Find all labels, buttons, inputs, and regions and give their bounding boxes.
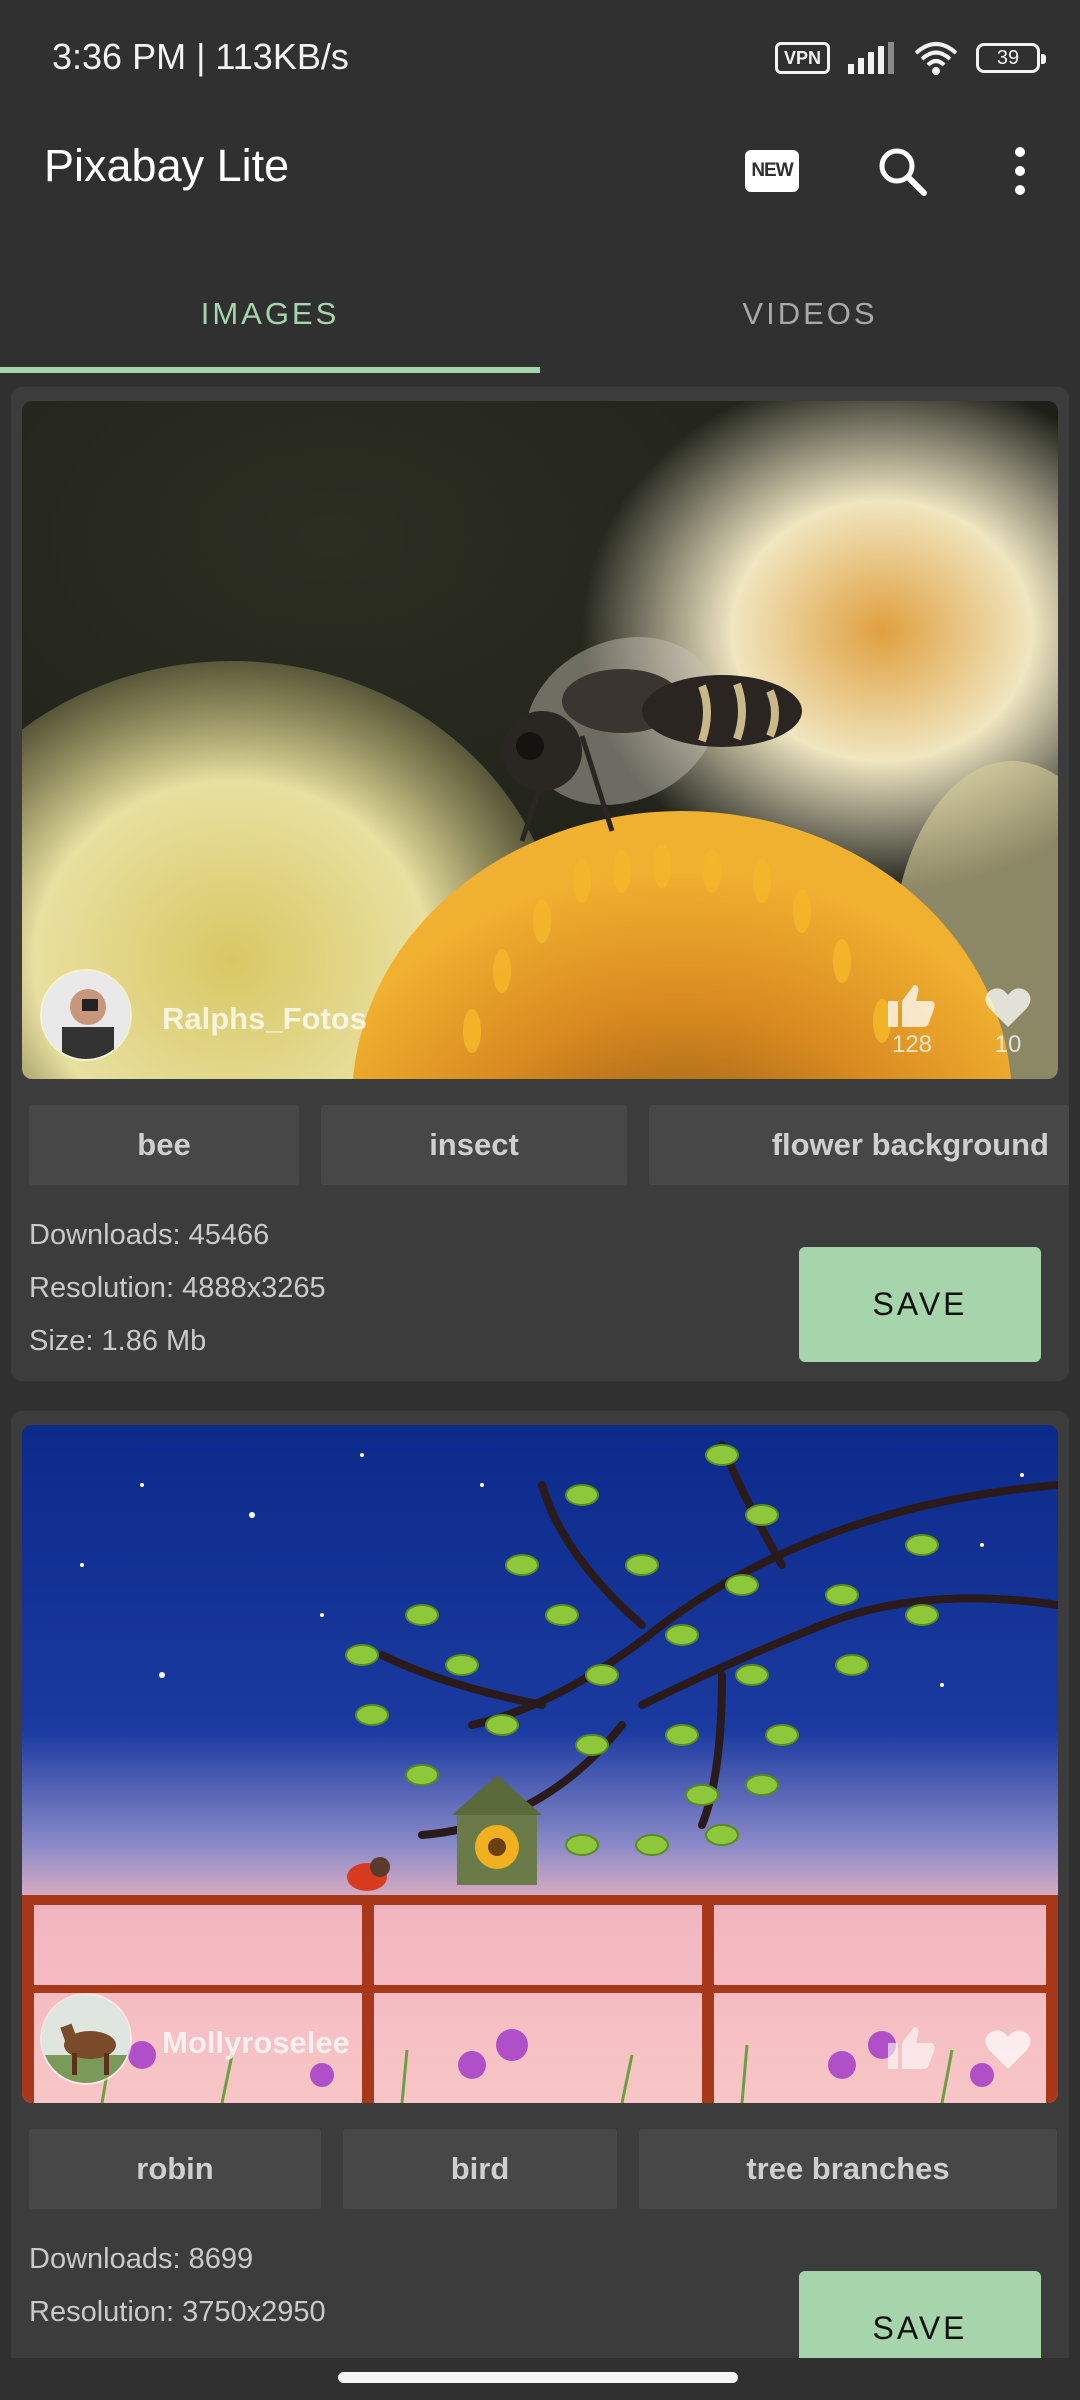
save-button[interactable]: SAVE (799, 2271, 1041, 2358)
photo-bee[interactable]: Ralphs_Fotos 128 10 (22, 401, 1058, 1079)
photo-robin[interactable]: Mollyroselee (22, 1425, 1058, 2103)
thumb-up-icon (888, 985, 935, 1027)
author-avatar[interactable] (40, 1993, 132, 2085)
image-card: Mollyroselee robin bird tree branches Do… (11, 1411, 1069, 2358)
favorites-count: 10 (994, 1031, 1022, 1058)
size-text: Size: 1.86 Mb (29, 1325, 207, 1357)
home-handle[interactable] (338, 2372, 738, 2383)
tag-chip[interactable]: flower background (649, 1105, 1069, 1185)
heart-icon (985, 988, 1031, 1027)
tab-bar: IMAGES VIDEOS (0, 255, 1080, 373)
image-feed[interactable]: Ralphs_Fotos 128 10 bee insect flower ba… (0, 373, 1080, 2358)
tag-chip[interactable]: bee (29, 1105, 299, 1185)
favorites-stat[interactable] (978, 2029, 1038, 2073)
downloads-text: Downloads: 45466 (29, 1219, 270, 1251)
heart-icon (985, 2030, 1031, 2069)
tag-chip[interactable]: insect (321, 1105, 627, 1185)
gesture-nav-bar (0, 2358, 1080, 2400)
status-time-speed: 3:36 PM | 113KB/s (52, 36, 349, 77)
new-icon[interactable]: NEW (734, 133, 810, 209)
downloads-text: Downloads: 8699 (29, 2243, 254, 2275)
search-icon[interactable] (864, 133, 940, 209)
battery-icon: 39 (976, 43, 1046, 73)
author-name[interactable]: Ralphs_Fotos (162, 1001, 367, 1037)
status-icons: VPN 39 (774, 38, 1046, 78)
resolution-text: Resolution: 3750x2950 (29, 2296, 326, 2328)
vpn-icon: VPN (774, 42, 830, 74)
author-name[interactable]: Mollyroselee (162, 2025, 350, 2061)
new-badge-label: NEW (745, 150, 799, 192)
resolution-text: Resolution: 4888x3265 (29, 1272, 326, 1304)
image-card: Ralphs_Fotos 128 10 bee insect flower ba… (11, 387, 1069, 1381)
tab-videos[interactable]: VIDEOS (540, 255, 1080, 373)
save-button[interactable]: SAVE (799, 1247, 1041, 1362)
wifi-icon (914, 42, 958, 75)
signal-icon (848, 42, 894, 74)
status-bar: 3:36 PM | 113KB/s VPN 39 (0, 0, 1080, 115)
more-vert-icon[interactable] (982, 133, 1058, 209)
author-avatar[interactable] (40, 969, 132, 1061)
likes-stat[interactable]: 128 (882, 983, 942, 1059)
tag-chip[interactable]: robin (29, 2129, 321, 2209)
likes-count: 128 (891, 1031, 933, 1058)
favorites-stat[interactable]: 10 (978, 987, 1038, 1059)
app-title: Pixabay Lite (44, 140, 290, 191)
app-bar: Pixabay Lite NEW (0, 115, 1080, 255)
tag-row: robin bird tree branches (11, 2129, 1069, 2209)
thumb-up-icon (888, 2027, 935, 2069)
tag-chip[interactable]: tree branches (639, 2129, 1057, 2209)
tag-row: bee insect flower background (11, 1105, 1069, 1185)
tag-chip[interactable]: bird (343, 2129, 617, 2209)
tab-images[interactable]: IMAGES (0, 255, 540, 373)
likes-stat[interactable] (882, 2025, 942, 2073)
